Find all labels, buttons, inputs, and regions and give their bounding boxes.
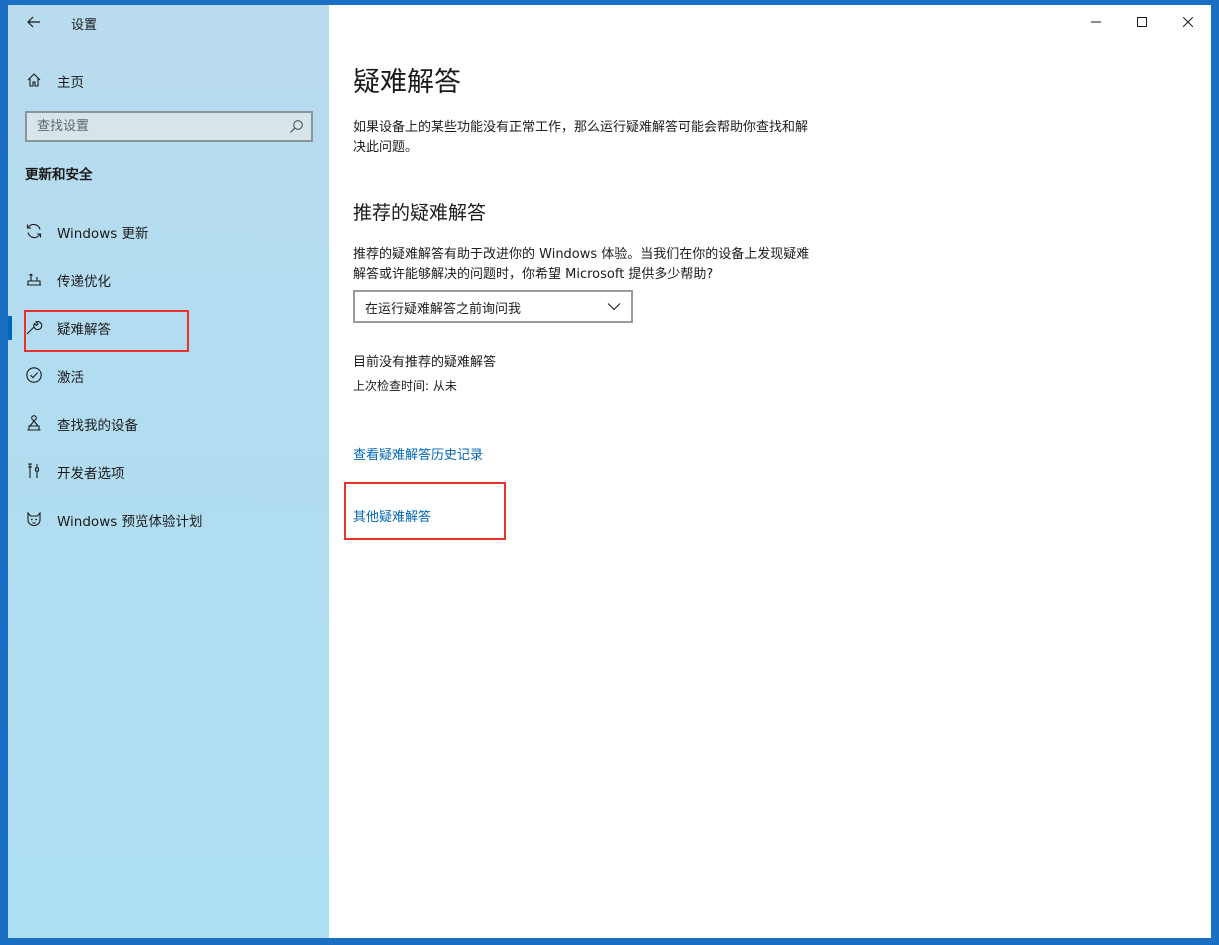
refresh-icon: [24, 221, 44, 241]
insider-cat-icon: [24, 509, 44, 529]
troubleshoot-history-link[interactable]: 查看疑难解答历史记录: [353, 444, 483, 463]
back-arrow-icon: [27, 16, 40, 28]
window-controls: [1073, 5, 1211, 39]
sidebar-item-label: 激活: [57, 370, 84, 386]
app-title: 设置: [71, 18, 98, 33]
page-title: 疑难解答: [353, 67, 461, 98]
sidebar-item-label: 开发者选项: [57, 466, 125, 482]
sidebar-item-label: 疑难解答: [57, 322, 111, 338]
sidebar: 设置 主页 更新和安全: [8, 5, 329, 938]
sidebar-item-label: Windows 更新: [57, 226, 149, 242]
home-icon: [24, 70, 44, 90]
chevron-down-icon: [607, 303, 621, 311]
sidebar-item-find-my-device[interactable]: 查找我的设备: [8, 403, 329, 443]
sidebar-item-delivery-optimization[interactable]: 传递优化: [8, 259, 329, 299]
sidebar-item-windows-update[interactable]: Windows 更新: [8, 211, 329, 251]
dropdown-selected-value: 在运行疑难解答之前询问我: [365, 302, 522, 317]
sidebar-item-label: 传递优化: [57, 274, 111, 290]
recommended-title: 推荐的疑难解答: [353, 202, 487, 224]
troubleshoot-preference-dropdown[interactable]: 在运行疑难解答之前询问我: [353, 290, 633, 323]
main-content: 疑难解答 如果设备上的某些功能没有正常工作，那么运行疑难解答可能会帮助你查找和解…: [329, 5, 1211, 938]
sidebar-item-home[interactable]: 主页: [8, 65, 329, 95]
maximize-icon: [1137, 17, 1147, 27]
close-button[interactable]: [1165, 5, 1211, 39]
search-icon[interactable]: [289, 119, 304, 134]
title-bar: 设置: [8, 5, 329, 39]
section-title: 更新和安全: [25, 167, 93, 183]
close-icon: [1183, 17, 1193, 27]
intro-text: 如果设备上的某些功能没有正常工作，那么运行疑难解答可能会帮助你查找和解决此问题。: [353, 120, 809, 155]
sidebar-item-label: Windows 预览体验计划: [57, 514, 203, 530]
sidebar-item-label: 主页: [57, 75, 84, 91]
maximize-button[interactable]: [1119, 5, 1165, 39]
sidebar-item-troubleshoot[interactable]: 疑难解答: [8, 307, 329, 347]
other-troubleshooters-link[interactable]: 其他疑难解答: [353, 506, 431, 525]
settings-window: 设置 主页 更新和安全: [8, 5, 1211, 938]
search-input[interactable]: [27, 113, 297, 140]
recommended-description: 推荐的疑难解答有助于改进你的 Windows 体验。当我们在你的设备上发现疑难解…: [353, 247, 810, 282]
last-check-time: 上次检查时间: 从未: [353, 379, 457, 393]
minimize-button[interactable]: [1073, 5, 1119, 39]
sidebar-item-label: 查找我的设备: [57, 418, 138, 434]
person-location-icon: [24, 413, 44, 433]
recommended-status: 目前没有推荐的疑难解答: [353, 355, 497, 370]
wrench-icon: [24, 317, 44, 337]
sidebar-item-activation[interactable]: 激活: [8, 355, 329, 395]
sidebar-item-developer-options[interactable]: 开发者选项: [8, 451, 329, 491]
check-circle-icon: [24, 365, 44, 385]
delivery-optimization-icon: [24, 269, 44, 289]
search-box[interactable]: [25, 111, 313, 142]
developer-tools-icon: [24, 461, 44, 481]
minimize-icon: [1091, 21, 1101, 23]
sidebar-item-windows-insider[interactable]: Windows 预览体验计划: [8, 499, 329, 539]
back-button[interactable]: [22, 10, 46, 34]
